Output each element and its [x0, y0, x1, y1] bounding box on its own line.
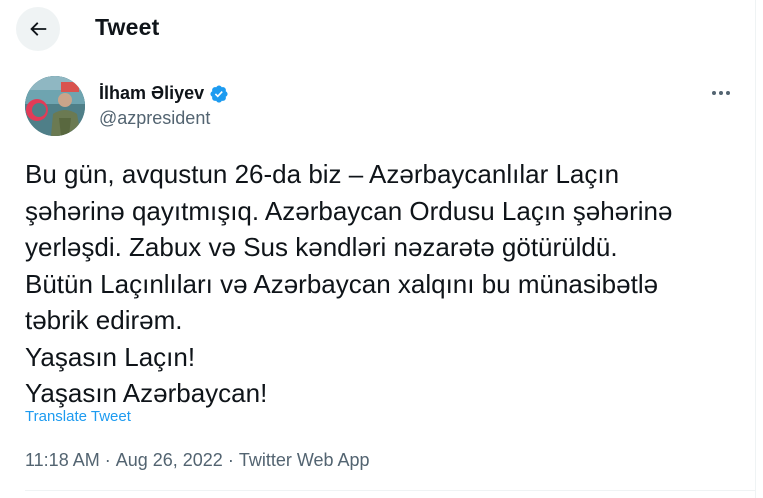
page-title: Tweet: [95, 14, 160, 40]
tweet-metadata: 11:18 AM · Aug 26, 2022 · Twitter Web Ap…: [25, 450, 370, 471]
meta-separator: ·: [222, 450, 239, 470]
more-options-button[interactable]: [706, 80, 736, 106]
more-horizontal-icon: [712, 91, 730, 95]
author-name[interactable]: İlham Əliyev: [99, 83, 229, 104]
translate-tweet-link[interactable]: Translate Tweet: [25, 408, 131, 425]
tweet-time[interactable]: 11:18 AM: [25, 450, 100, 471]
divider: [25, 490, 755, 491]
verified-badge-icon: [210, 84, 228, 103]
back-button[interactable]: [16, 7, 60, 51]
avatar-image: [25, 76, 85, 136]
column-border: [755, 0, 756, 498]
tweet-text: Bu gün, avqustun 26-da biz – Azərbaycanl…: [25, 159, 673, 408]
meta-separator: ·: [99, 450, 116, 470]
avatar[interactable]: [25, 76, 85, 136]
tweet-source[interactable]: Twitter Web App: [239, 450, 370, 471]
author-name-text: İlham Əliyev: [99, 83, 205, 103]
arrow-left-icon: [30, 22, 47, 36]
tweet-date[interactable]: Aug 26, 2022: [116, 450, 223, 471]
author-handle[interactable]: @azpresident: [99, 108, 210, 129]
top-header: Tweet: [0, 0, 763, 60]
